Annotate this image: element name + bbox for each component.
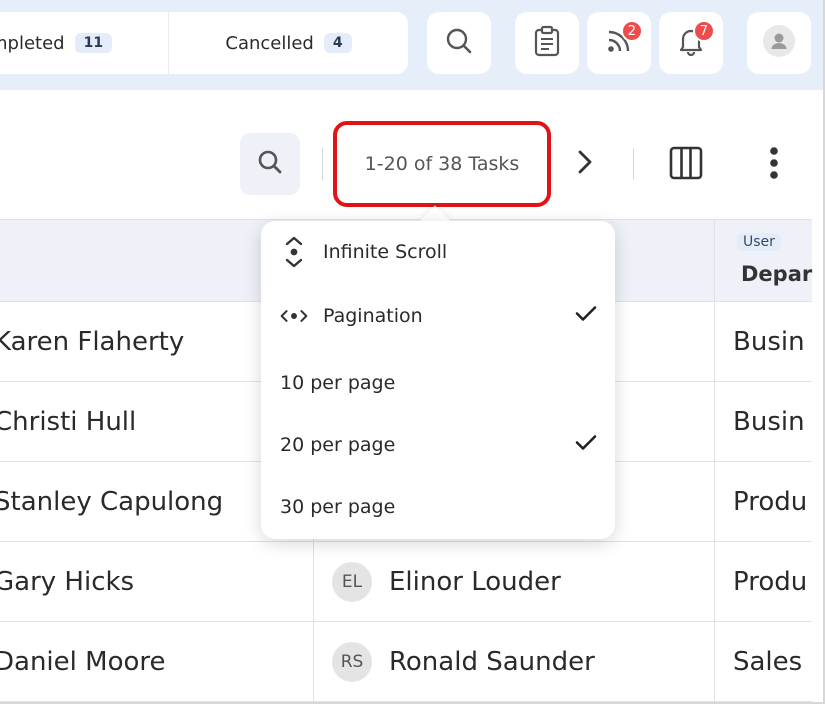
columns-icon [669,146,703,184]
check-icon [575,305,597,328]
menu-item-label: 30 per page [280,496,396,518]
menu-item-label: Infinite Scroll [323,241,448,263]
expand-vertical-icon [280,235,308,269]
notifications-button[interactable]: 7 [659,12,723,74]
global-search-button[interactable] [427,12,491,74]
tab-completed-count: 11 [74,33,113,53]
department-text: Busin [733,407,805,437]
pagination-dropdown: Infinite Scroll Pagination 10 per page 2… [261,221,615,539]
tab-cancelled-label: Cancelled [225,32,314,54]
department-text: Produ [733,487,808,517]
avatar [762,24,796,62]
toolbar-divider [322,148,323,180]
more-vertical-icon [769,146,779,184]
pagination-menu-toggle[interactable]: 1-20 of 38 Tasks [333,121,551,207]
department-cell: Sales [714,622,812,702]
columns-button[interactable] [668,146,704,184]
menu-item-pagination[interactable]: Pagination [261,285,615,347]
assignee-name: Ronald Saunder [389,647,595,677]
department-cell: Busin [714,302,812,382]
next-page-button[interactable] [570,148,600,180]
menu-item-10-per-page[interactable]: 10 per page [261,352,615,414]
clipboard-icon [533,25,561,61]
menu-item-30-per-page[interactable]: 30 per page [261,476,615,538]
department-cell: Busin [714,382,812,462]
chevron-right-icon [575,149,595,179]
search-icon [445,27,473,59]
column-group-tag: User [737,233,781,251]
menu-item-label: Pagination [323,305,423,327]
tab-completed[interactable]: mpleted 11 [0,12,168,74]
user-menu-button[interactable] [747,12,811,74]
tab-cancelled-count: 4 [323,33,352,53]
more-options-button[interactable] [764,147,784,183]
tab-completed-label: mpleted [0,32,65,54]
assignee-name: Elinor Louder [389,567,561,597]
name-text: Daniel Moore [0,647,166,677]
app-frame: mpleted 11 Cancelled 4 2 [0,0,825,704]
column-header-label: Depar [741,262,813,286]
pagination-range-label: 1-20 of 38 Tasks [364,153,520,175]
table-search-button[interactable] [240,133,300,195]
name-text: Stanley Capulong [0,487,224,517]
department-text: Sales [733,647,803,677]
pagination-icon [280,306,308,326]
menu-item-label: 10 per page [280,372,396,394]
name-text: Christi Hull [0,407,137,437]
column-header-department[interactable]: User Depar [714,220,812,303]
department-cell: Produ [714,462,812,542]
menu-item-label: 20 per page [280,434,396,456]
name-cell: Daniel Moore [0,622,313,702]
status-tabs: mpleted 11 Cancelled 4 [0,12,408,74]
name-text: Karen Flaherty [0,327,185,357]
avatar: RS [332,642,372,682]
assignee-cell: EL Elinor Louder [313,542,714,622]
menu-item-infinite-scroll[interactable]: Infinite Scroll [261,221,615,283]
menu-item-20-per-page[interactable]: 20 per page [261,414,615,476]
department-text: Busin [733,327,805,357]
table-row[interactable]: Gary Hicks EL Elinor Louder Produ [0,542,812,622]
department-text: Produ [733,567,808,597]
feed-count-badge: 2 [620,20,643,42]
name-cell: Gary Hicks [0,542,313,622]
feed-button[interactable]: 2 [587,12,651,74]
name-text: Gary Hicks [0,567,135,597]
clipboard-button[interactable] [515,12,579,74]
department-cell: Produ [714,542,812,622]
avatar: EL [332,562,372,602]
top-bar: mpleted 11 Cancelled 4 2 [0,0,823,90]
notification-count-badge: 7 [692,20,715,42]
check-icon [575,434,597,457]
tab-cancelled[interactable]: Cancelled 4 [168,12,408,74]
table-row[interactable]: Daniel Moore RS Ronald Saunder Sales [0,622,812,702]
search-icon [257,149,283,179]
toolbar-divider [633,148,634,180]
assignee-cell: RS Ronald Saunder [313,622,714,702]
